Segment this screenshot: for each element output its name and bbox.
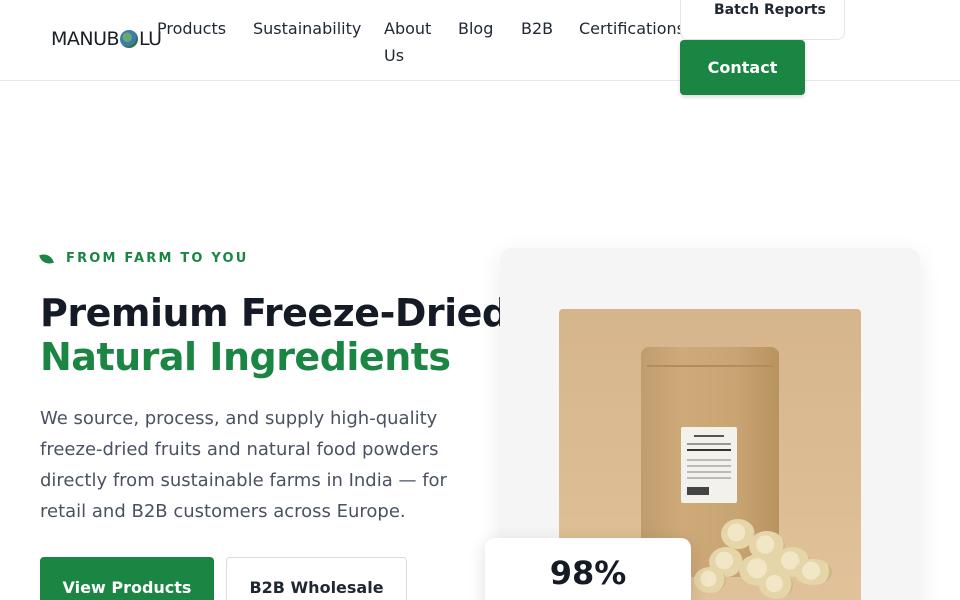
brand-logo[interactable]: MANUB LU xyxy=(51,28,162,50)
hero-eyebrow-text: FROM FARM TO YOU xyxy=(66,251,249,266)
nav-products[interactable]: Products xyxy=(157,15,226,42)
nav-about-us[interactable]: About Us xyxy=(384,15,434,69)
view-products-button[interactable]: View Products xyxy=(40,557,214,600)
nav-blog[interactable]: Blog xyxy=(458,15,493,42)
hero-eyebrow: FROM FARM TO YOU xyxy=(39,251,249,266)
batch-reports-label: Batch Reports xyxy=(714,2,826,18)
hero-title: Premium Freeze-Dried Natural Ingredients xyxy=(40,291,509,379)
globe-icon xyxy=(120,30,139,48)
stat-card: 98% xyxy=(485,538,691,600)
hero-title-line1: Premium Freeze-Dried xyxy=(40,291,509,335)
nav-certifications[interactable]: Certifications xyxy=(579,15,685,42)
pouch-label xyxy=(681,427,737,503)
nav-b2b[interactable]: B2B xyxy=(521,15,553,42)
hero-description: We source, process, and supply high-qual… xyxy=(40,408,447,522)
b2b-wholesale-button[interactable]: B2B Wholesale xyxy=(226,557,407,600)
batch-reports-link[interactable]: Batch Reports xyxy=(680,0,845,40)
leaf-icon xyxy=(39,252,54,265)
hero-title-line2: Natural Ingredients xyxy=(40,335,451,379)
stat-value: 98% xyxy=(549,554,627,592)
site-header: MANUB LU Products Sustainability About Us… xyxy=(0,0,960,95)
contact-button[interactable]: Contact xyxy=(680,40,805,95)
nav-sustainability[interactable]: Sustainability xyxy=(253,15,361,42)
brand-name-left: MANUB xyxy=(51,28,120,50)
